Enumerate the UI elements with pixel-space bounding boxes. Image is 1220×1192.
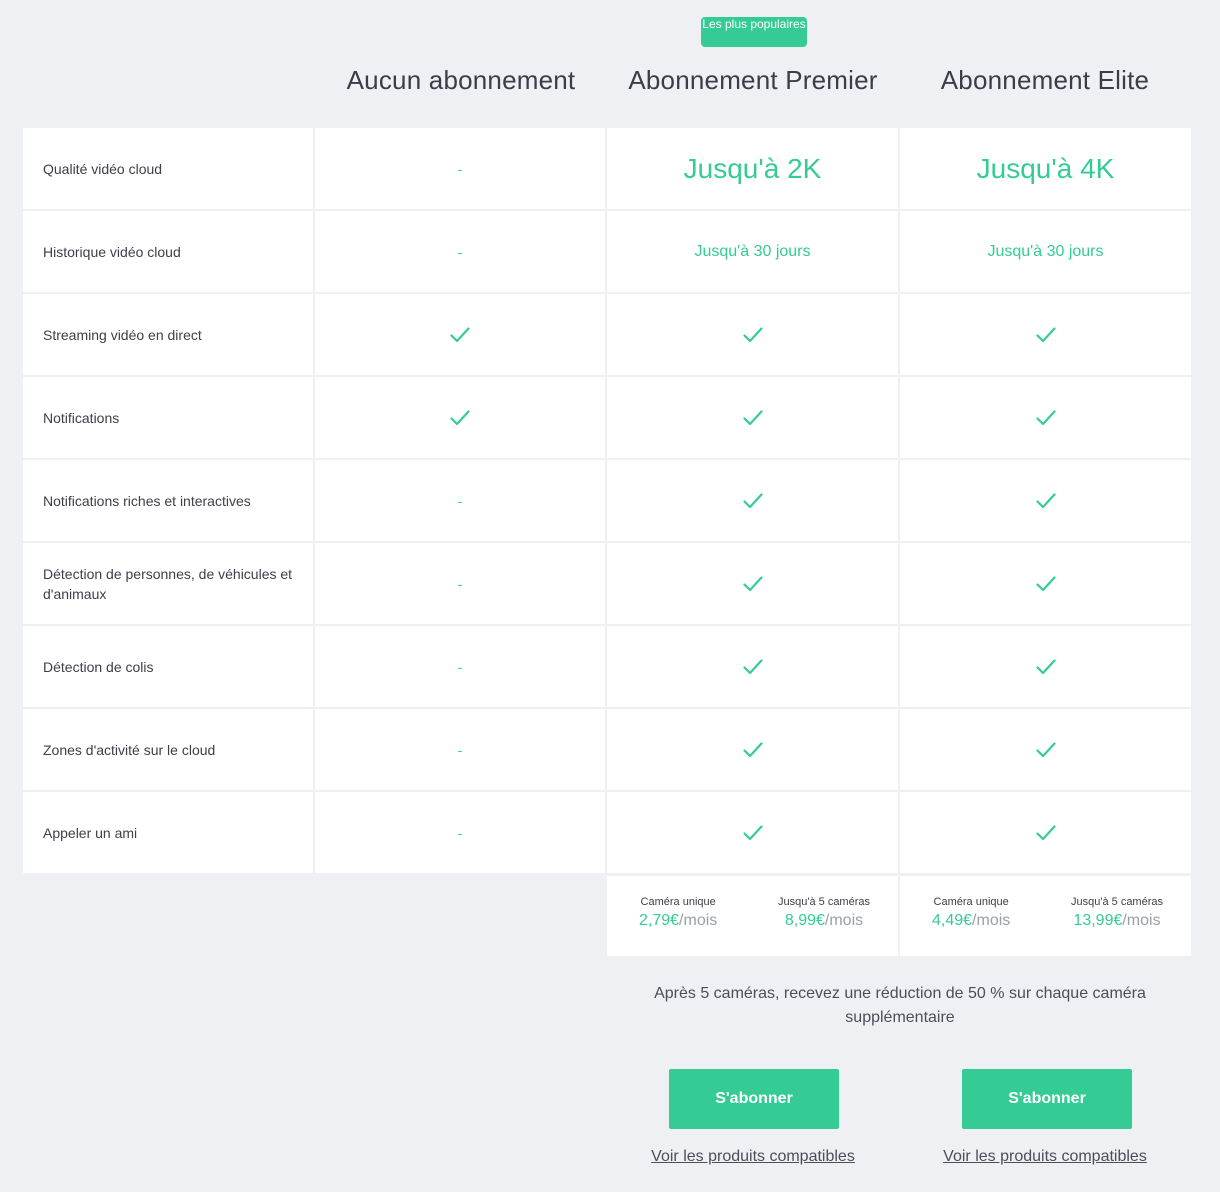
- pricing-elite: Caméra unique 4,49€/mois Jusqu'à 5 camér…: [900, 876, 1191, 956]
- plan-title-elite: Abonnement Elite: [940, 65, 1150, 95]
- check-icon: [607, 543, 898, 624]
- feature-label: Détection de colis: [23, 626, 313, 707]
- check-icon: [607, 460, 898, 541]
- price-label: Jusqu'à 5 caméras: [1071, 896, 1163, 908]
- price-value: 8,99€: [784, 912, 825, 929]
- subscribe-elite-button[interactable]: S'abonner: [962, 1069, 1132, 1129]
- check-icon: [900, 792, 1191, 873]
- feature-label: Qualité vidéo cloud: [23, 128, 313, 209]
- not-included-dash: -: [457, 824, 463, 841]
- price-value: 4,49€: [932, 912, 973, 929]
- feature-label: Détection de personnes, de véhicules et …: [23, 543, 313, 624]
- price-multi: Jusqu'à 5 caméras 8,99€/mois: [778, 876, 870, 956]
- pricing-premier: Caméra unique 2,79€/mois Jusqu'à 5 camér…: [607, 876, 898, 956]
- price-value: 2,79€: [639, 912, 680, 929]
- price-value: 13,99€: [1073, 912, 1123, 929]
- check-icon: [315, 294, 605, 375]
- table-row: Historique vidéo cloud - Jusqu'à 30 jour…: [23, 211, 1191, 292]
- not-included-dash: -: [457, 658, 463, 675]
- feature-value: Jusqu'à 30 jours: [694, 242, 811, 260]
- check-icon: [900, 460, 1191, 541]
- check-icon: [607, 709, 898, 790]
- feature-label: Historique vidéo cloud: [23, 211, 313, 292]
- not-included-dash: -: [457, 243, 463, 260]
- price-unit: /mois: [1122, 912, 1161, 929]
- pricing-row: Caméra unique 2,79€/mois Jusqu'à 5 camér…: [607, 876, 1191, 956]
- plan-title-premier: Abonnement Premier: [628, 65, 878, 95]
- check-icon: [900, 543, 1191, 624]
- table-row: Appeler un ami -: [23, 792, 1191, 873]
- table-row: Qualité vidéo cloud - Jusqu'à 2K Jusqu'à…: [23, 128, 1191, 209]
- check-icon: [607, 294, 898, 375]
- table-row: Détection de personnes, de véhicules et …: [23, 543, 1191, 624]
- check-icon: [900, 377, 1191, 458]
- comparison-table: Qualité vidéo cloud - Jusqu'à 2K Jusqu'à…: [23, 128, 1191, 875]
- price-label: Caméra unique: [640, 896, 716, 908]
- feature-value: Jusqu'à 2K: [683, 152, 822, 184]
- feature-label: Appeler un ami: [23, 792, 313, 873]
- plan-title-none: Aucun abonnement: [346, 65, 576, 95]
- table-row: Notifications riches et interactives -: [23, 460, 1191, 541]
- price-unit: /mois: [824, 912, 864, 929]
- feature-label: Zones d'activité sur le cloud: [23, 709, 313, 790]
- not-included-dash: -: [457, 741, 463, 758]
- compatible-products-link-elite[interactable]: Voir les produits compatibles: [899, 1148, 1191, 1166]
- feature-label: Notifications riches et interactives: [23, 460, 313, 541]
- feature-label: Notifications: [23, 377, 313, 458]
- check-icon: [900, 294, 1191, 375]
- price-single: Caméra unique 2,79€/mois: [639, 876, 717, 956]
- check-icon: [900, 709, 1191, 790]
- table-row: Notifications: [23, 377, 1191, 458]
- not-included-dash: -: [457, 492, 463, 509]
- table-row: Streaming vidéo en direct: [23, 294, 1191, 375]
- check-icon: [315, 377, 605, 458]
- price-label: Caméra unique: [933, 896, 1009, 908]
- subscribe-premier-button[interactable]: S'abonner: [669, 1069, 839, 1129]
- check-icon: [607, 626, 898, 707]
- feature-label: Streaming vidéo en direct: [23, 294, 313, 375]
- not-included-dash: -: [457, 160, 463, 177]
- discount-note: Après 5 caméras, recevez une réduction d…: [654, 985, 1146, 1026]
- price-multi: Jusqu'à 5 caméras 13,99€/mois: [1071, 876, 1163, 956]
- feature-value: Jusqu'à 4K: [976, 152, 1115, 184]
- price-unit: /mois: [972, 912, 1011, 929]
- check-icon: [900, 626, 1191, 707]
- table-row: Détection de colis -: [23, 626, 1191, 707]
- check-icon: [607, 377, 898, 458]
- feature-value: Jusqu'à 30 jours: [987, 242, 1104, 260]
- popular-badge: Les plus populaires: [701, 17, 807, 47]
- table-row: Zones d'activité sur le cloud -: [23, 709, 1191, 790]
- price-label: Jusqu'à 5 caméras: [778, 896, 870, 908]
- not-included-dash: -: [457, 575, 463, 592]
- price-unit: /mois: [679, 912, 718, 929]
- check-icon: [607, 792, 898, 873]
- compatible-products-link-premier[interactable]: Voir les produits compatibles: [607, 1148, 899, 1166]
- price-single: Caméra unique 4,49€/mois: [932, 876, 1010, 956]
